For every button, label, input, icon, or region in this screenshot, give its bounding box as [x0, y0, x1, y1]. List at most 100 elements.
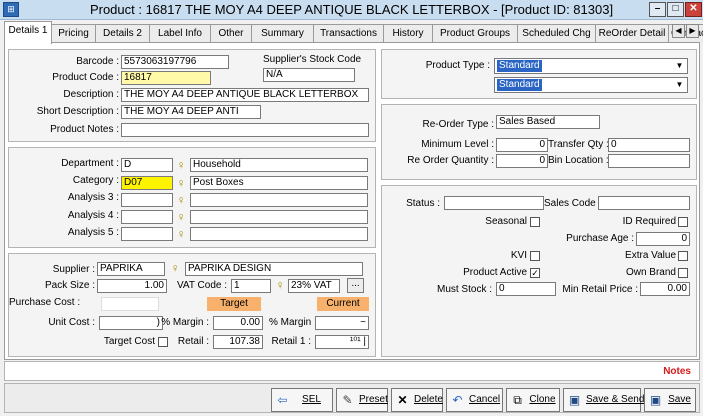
- must-stock-input[interactable]: 0: [496, 282, 556, 296]
- product-subtype-selected-value: Standard: [497, 79, 542, 91]
- save-and-send-button-label: Save & Send: [586, 394, 645, 405]
- unit-cost-input[interactable]: ): [99, 316, 163, 330]
- retail-1-label: Retail 1 :: [271, 336, 311, 347]
- product-notes-input[interactable]: [121, 123, 369, 137]
- own-brand-checkbox[interactable]: [678, 268, 688, 278]
- retail-1-field: ¹⁰¹ |: [315, 335, 369, 349]
- minimize-button[interactable]: –: [649, 2, 666, 17]
- sel-button[interactable]: ⇦ SEL: [271, 388, 333, 412]
- product-type-select[interactable]: Standard ▼: [494, 58, 688, 74]
- product-subtype-select[interactable]: Standard ▼: [494, 77, 688, 93]
- preset-button[interactable]: ✎ Preset: [336, 388, 388, 412]
- maximize-button[interactable]: □: [667, 2, 684, 17]
- analysis-3-lookup-key-icon[interactable]: ♀: [176, 193, 186, 207]
- tab-pricing[interactable]: Pricing: [51, 24, 96, 43]
- short-description-label: Short Description :: [36, 106, 119, 117]
- tab-history[interactable]: History: [383, 24, 433, 43]
- analysis-5-lookup-key-icon[interactable]: ♀: [176, 227, 186, 241]
- extra-value-label: Extra Value: [625, 250, 676, 261]
- save-button[interactable]: ▣ Save: [644, 388, 696, 412]
- tab-label-info[interactable]: Label Info: [149, 24, 211, 43]
- own-brand-label: Own Brand: [625, 267, 676, 278]
- preset-button-label: Preset: [359, 394, 388, 405]
- bin-location-label: Bin Location :: [548, 155, 609, 166]
- cancel-button[interactable]: ↶ Cancel: [446, 388, 503, 412]
- sel-button-label: SEL: [302, 394, 321, 405]
- save-and-send-button[interactable]: ▣ Save & Send: [563, 388, 645, 412]
- unit-cost-label: Unit Cost :: [48, 317, 95, 328]
- purchase-cost-input[interactable]: [101, 297, 159, 311]
- tab-summary[interactable]: Summary: [251, 24, 314, 43]
- id-required-label: ID Required: [622, 216, 676, 227]
- classification-panel: Department : D ♀ Household Category : D0…: [8, 147, 376, 248]
- department-code-input[interactable]: D: [121, 158, 173, 172]
- product-active-checkbox[interactable]: ✓: [530, 268, 540, 278]
- vat-description-field: 23% VAT: [288, 279, 340, 293]
- chevron-down-icon[interactable]: ▼: [673, 60, 686, 72]
- supplier-label: Supplier :: [52, 264, 95, 275]
- notes-link[interactable]: Notes: [663, 366, 691, 377]
- status-input[interactable]: [444, 196, 544, 210]
- vat-code-input[interactable]: 1: [231, 279, 271, 293]
- kvi-checkbox[interactable]: [530, 251, 540, 261]
- department-lookup-key-icon[interactable]: ♀: [176, 158, 186, 172]
- pack-size-input[interactable]: 1.00: [97, 279, 167, 293]
- undo-icon: ↶: [452, 393, 463, 407]
- target-cost-checkbox[interactable]: [158, 337, 168, 347]
- clone-button[interactable]: ⧉ Clone: [506, 388, 560, 412]
- minimum-level-input[interactable]: 0: [496, 138, 548, 152]
- tab-strip: Details 1 Pricing Details 2 Label Info O…: [4, 21, 703, 44]
- tab-scroll-left-icon[interactable]: ◀: [672, 24, 685, 38]
- short-description-input[interactable]: THE MOY A4 DEEP ANTI: [121, 105, 261, 119]
- retail-label: Retail :: [177, 336, 209, 347]
- supplier-stock-code-input[interactable]: N/A: [263, 68, 355, 82]
- tab-reorder-detail[interactable]: ReOrder Detail: [595, 24, 669, 43]
- analysis-3-input[interactable]: [121, 193, 173, 207]
- retail-input[interactable]: 107.38: [213, 335, 263, 349]
- purchase-age-input[interactable]: 0: [636, 232, 690, 246]
- supplier-code-input[interactable]: PAPRIKA: [97, 262, 165, 276]
- delete-button[interactable]: ✕ Delete: [391, 388, 443, 412]
- bin-location-input[interactable]: [608, 154, 690, 168]
- tab-transactions[interactable]: Transactions: [313, 24, 384, 43]
- barcode-input[interactable]: 5573063197796: [121, 55, 229, 69]
- category-code-input[interactable]: D07: [121, 176, 173, 190]
- current-column-header: Current: [317, 297, 369, 311]
- analysis-5-input[interactable]: [121, 227, 173, 241]
- close-button[interactable]: ✕: [685, 2, 702, 17]
- supplier-lookup-key-icon[interactable]: ♀: [170, 261, 180, 275]
- department-label: Department :: [61, 158, 119, 169]
- tab-scheduled-chg[interactable]: Scheduled Chg: [517, 24, 596, 43]
- product-type-selected-value: Standard: [497, 60, 542, 72]
- product-code-input[interactable]: 16817: [121, 71, 211, 85]
- transfer-qty-input[interactable]: 0: [608, 138, 690, 152]
- arrow-left-icon: ⇦: [277, 393, 288, 407]
- target-margin-input[interactable]: 0.00: [213, 316, 263, 330]
- analysis-4-lookup-key-icon[interactable]: ♀: [176, 210, 186, 224]
- tab-product-groups[interactable]: Product Groups: [432, 24, 518, 43]
- id-required-checkbox[interactable]: [678, 217, 688, 227]
- vat-lookup-key-icon[interactable]: ♀: [275, 278, 285, 292]
- cancel-button-label: Cancel: [469, 394, 501, 405]
- vat-browse-button[interactable]: ...: [347, 278, 364, 293]
- reorder-quantity-label: Re Order Quantity :: [407, 155, 494, 166]
- analysis-4-input[interactable]: [121, 210, 173, 224]
- extra-value-checkbox[interactable]: [678, 251, 688, 261]
- sales-code-input[interactable]: [598, 196, 690, 210]
- description-input[interactable]: THE MOY A4 DEEP ANTIQUE BLACK LETTERBOX: [121, 88, 369, 102]
- seasonal-checkbox[interactable]: [530, 217, 540, 227]
- tab-details-2[interactable]: Details 2: [95, 24, 150, 43]
- analysis-5-label: Analysis 5 :: [67, 227, 119, 238]
- button-bar: ⇦ SEL ✎ Preset ✕ Delete ↶ Cancel ⧉ Clone…: [4, 383, 700, 413]
- tab-other[interactable]: Other: [210, 24, 252, 43]
- reorder-quantity-input[interactable]: 0: [496, 154, 548, 168]
- min-retail-price-input[interactable]: 0.00: [640, 282, 690, 296]
- category-name-field: Post Boxes: [190, 176, 368, 190]
- category-lookup-key-icon[interactable]: ♀: [176, 176, 186, 190]
- reorder-type-field[interactable]: Sales Based: [496, 115, 600, 129]
- tab-scroll-right-icon[interactable]: ▶: [686, 24, 699, 38]
- target-column-header: Target: [207, 297, 261, 311]
- tab-details-1[interactable]: Details 1: [4, 21, 52, 44]
- window-title: Product : 16817 THE MOY A4 DEEP ANTIQUE …: [89, 2, 614, 17]
- chevron-down-icon[interactable]: ▼: [673, 79, 686, 91]
